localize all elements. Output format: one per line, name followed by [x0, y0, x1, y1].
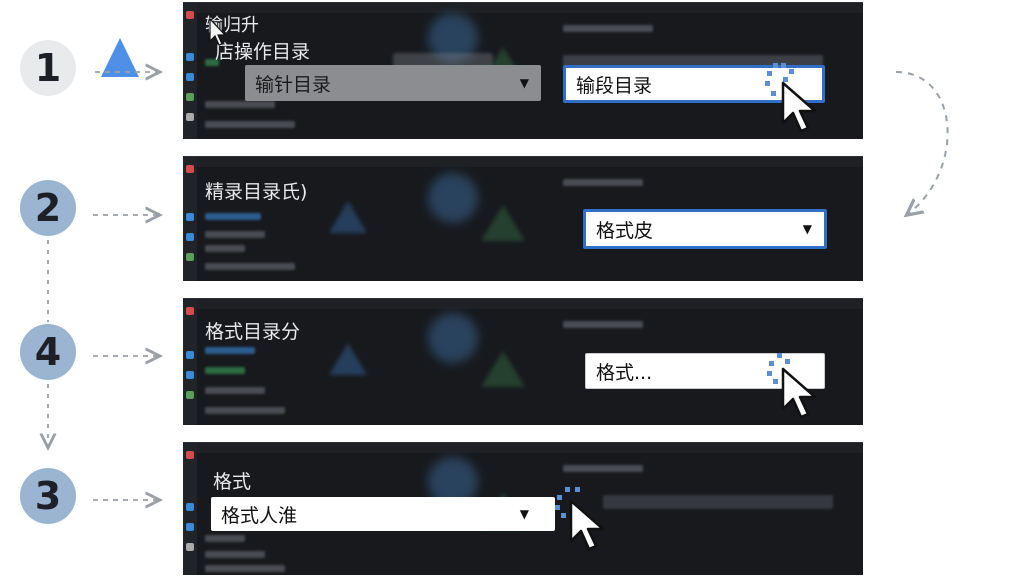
panel-step-2: 精录目录氏) 格式皮 ▼: [183, 156, 863, 281]
panel-2-title: 精录目录氏): [205, 181, 308, 203]
chevron-down-icon: ▼: [802, 222, 812, 236]
panel-3-title: 格式: [213, 471, 252, 493]
panel-step-4: 格式目录分 格式...: [183, 298, 863, 425]
format-field-value: 格式...: [596, 361, 653, 384]
panel-step-3: 格式 格式人淮 ▼: [183, 442, 863, 575]
panel-4-title: 格式目录分: [205, 321, 301, 343]
small-pointer-icon: [209, 17, 227, 46]
blurred-triangle-icon: [329, 201, 367, 233]
app-dock: [183, 157, 197, 281]
format-dropdown[interactable]: 格式皮 ▼: [583, 209, 827, 249]
mouse-pointer-icon: [767, 353, 817, 419]
app-dock: [183, 3, 197, 139]
blurred-triangle-icon: [329, 343, 367, 375]
format-select-value: 格式人淮: [221, 504, 298, 527]
app-dock: [183, 299, 197, 425]
workflow-diagram: 1 2 4 3 输归升 店操作目录 输针目录 ▼ 输段目录 精录目录氏) 格式皮…: [0, 0, 1024, 576]
mouse-pointer-icon: [555, 487, 605, 551]
blurred-tree-icon: [481, 205, 525, 241]
panel-topbar: [197, 443, 863, 453]
format-dropdown-value: 格式皮: [596, 219, 654, 242]
panel-topbar: [197, 299, 863, 309]
format-select[interactable]: 格式人淮 ▼: [211, 497, 555, 531]
mouse-pointer-icon: [765, 63, 817, 133]
source-directory-field[interactable]: 输针目录 ▼: [245, 65, 541, 101]
source-directory-value: 输针目录: [255, 73, 332, 96]
target-directory-value: 输段目录: [576, 74, 653, 97]
panel-topbar: [197, 157, 863, 167]
chevron-down-icon: ▼: [519, 507, 529, 521]
curved-arrow-right: [895, 71, 949, 214]
panel-1-title-line2: 店操作目录: [215, 41, 311, 63]
panel-step-1: 输归升 店操作目录 输针目录 ▼ 输段目录: [183, 2, 863, 139]
chevron-down-icon: ▼: [519, 76, 529, 90]
panel-topbar: [197, 3, 863, 13]
app-dock: [183, 443, 197, 575]
blurred-tree-icon: [481, 351, 525, 387]
